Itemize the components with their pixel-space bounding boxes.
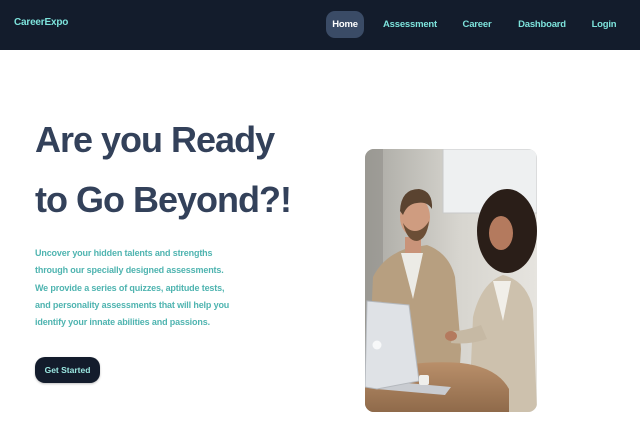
hero-description-line: through our specially designed assessmen… <box>35 265 224 276</box>
get-started-button[interactable]: Get Started <box>35 357 100 383</box>
hero-title-line: to Go Beyond?! <box>35 179 292 220</box>
hero-image-two-colleagues-at-laptop <box>365 149 537 412</box>
nav-assessment[interactable]: Assessment <box>382 11 438 38</box>
hero-description-line: identify your innate abilities and passi… <box>35 317 210 328</box>
hero-description-line: and personality assessments that will he… <box>35 299 230 310</box>
hero-description: Uncover your hidden talents and strength… <box>35 245 230 331</box>
hero-title-line: Are you Ready <box>35 119 275 160</box>
hero-description-line: Uncover your hidden talents and strength… <box>35 248 213 258</box>
nav-login[interactable]: Login <box>588 11 620 38</box>
nav-dashboard[interactable]: Dashboard <box>516 11 568 38</box>
top-navbar: CareerExpo Home Assessment Career Dashbo… <box>0 0 640 50</box>
hero-description-line: We provide a series of quizzes, aptitude… <box>35 282 225 293</box>
nav-career[interactable]: Career <box>458 11 496 38</box>
main-nav: Home Assessment Career Dashboard Login <box>0 11 640 38</box>
hero-title: Are you Ready to Go Beyond?! <box>35 110 292 230</box>
nav-home[interactable]: Home <box>326 11 364 38</box>
